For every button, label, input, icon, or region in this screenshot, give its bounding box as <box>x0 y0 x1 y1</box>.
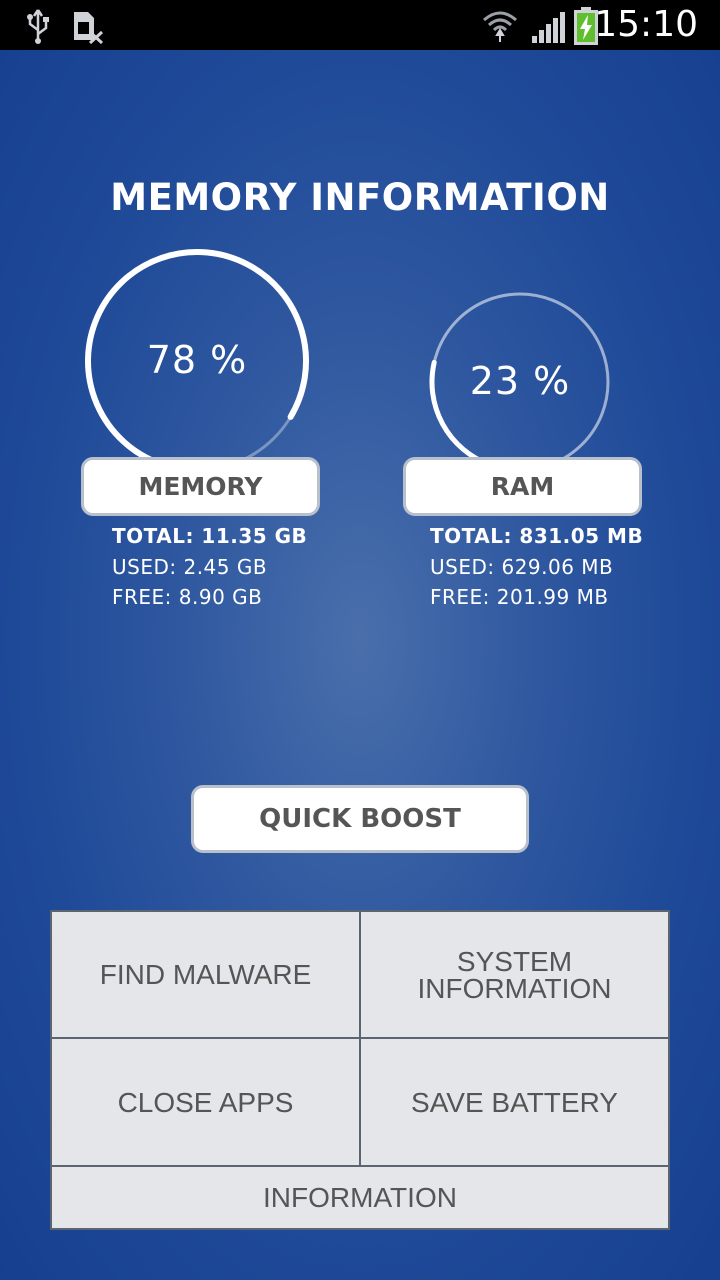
close-apps-label: CLOSE APPS <box>117 1086 294 1118</box>
close-apps-button[interactable]: CLOSE APPS <box>50 1037 361 1167</box>
wifi-icon <box>483 11 517 42</box>
status-time: 15:10 <box>594 4 698 45</box>
quick-boost-button[interactable]: QUICK BOOST <box>191 785 529 853</box>
memory-stats: TOTAL: 11.35 GB USED: 2.45 GB FREE: 8.90… <box>112 521 307 613</box>
usb-icon <box>27 9 49 44</box>
system-information-label-line2: INFORMATION <box>417 972 612 1004</box>
memory-free: FREE: 8.90 GB <box>112 585 263 609</box>
find-malware-label: FIND MALWARE <box>99 959 312 990</box>
memory-percent: 78 % <box>146 338 248 382</box>
find-malware-button[interactable]: FIND MALWARE <box>50 910 361 1039</box>
information-button[interactable]: INFORMATION <box>50 1165 670 1230</box>
system-information-label-line1: SYSTEM <box>456 945 573 977</box>
memory-used: USED: 2.45 GB <box>112 554 268 579</box>
ram-percent: 23 % <box>469 359 571 403</box>
page-title: MEMORY INFORMATION <box>110 176 610 219</box>
memory-button[interactable]: MEMORY <box>81 457 320 516</box>
signal-icon <box>532 12 565 43</box>
status-bar: 15:10 <box>0 0 720 50</box>
ram-button[interactable]: RAM <box>403 457 642 516</box>
no-sim-icon <box>74 12 104 44</box>
save-battery-button[interactable]: SAVE BATTERY <box>359 1037 670 1167</box>
ram-used: USED: 629.06 MB <box>430 554 614 579</box>
ram-stats: TOTAL: 831.05 MB USED: 629.06 MB FREE: 2… <box>430 521 643 613</box>
system-information-button[interactable]: SYSTEM INFORMATION <box>359 910 670 1039</box>
information-label: INFORMATION <box>263 1182 457 1213</box>
ram-free: FREE: 201.99 MB <box>430 585 609 609</box>
memory-total: TOTAL: 11.35 GB <box>112 524 308 548</box>
save-battery-label: SAVE BATTERY <box>411 1086 618 1118</box>
ram-total: TOTAL: 831.05 MB <box>430 524 644 548</box>
